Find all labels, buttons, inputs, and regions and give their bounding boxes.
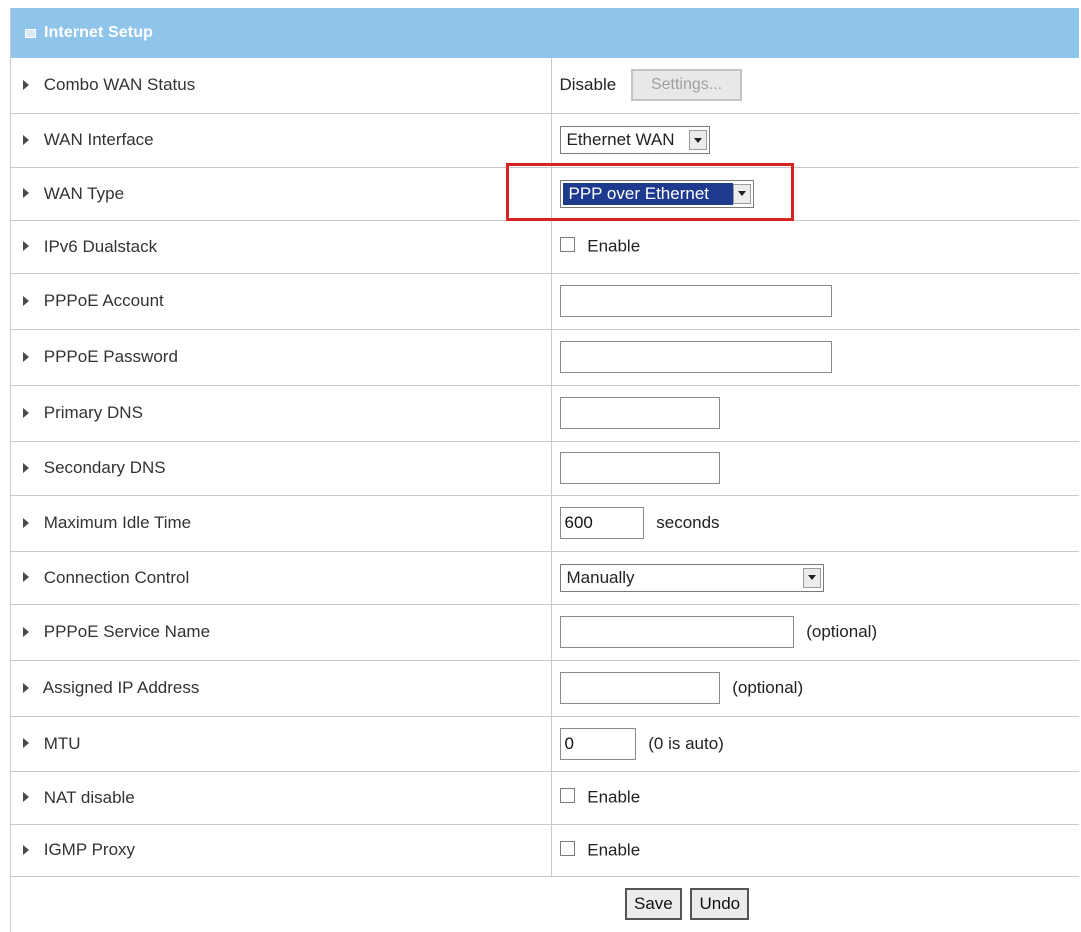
row-assigned-ip-address: Assigned IP Address (optional) bbox=[11, 660, 1079, 717]
row-arrow-icon bbox=[23, 626, 29, 637]
panel-header: Internet Setup bbox=[11, 8, 1079, 58]
row-wan-interface: WAN Interface Ethernet WAN bbox=[11, 113, 1079, 168]
row-connection-control: Connection Control Manually bbox=[11, 551, 1079, 605]
row-mtu: MTU 0 (0 is auto) bbox=[11, 716, 1079, 772]
row-arrow-icon bbox=[23, 79, 29, 90]
row-pppoe-account: PPPoE Account bbox=[11, 273, 1079, 330]
row-pppoe-service-name: PPPoE Service Name (optional) bbox=[11, 604, 1079, 661]
row-arrow-icon bbox=[23, 792, 29, 803]
wan-interface-select[interactable]: Ethernet WAN bbox=[559, 126, 710, 154]
mtu-label: MTU bbox=[43, 733, 81, 753]
header-square-icon bbox=[25, 28, 36, 38]
combo-wan-settings-button[interactable]: Settings... bbox=[630, 69, 743, 102]
combo-wan-status-value: Disable bbox=[559, 75, 617, 95]
nat-disable-checkbox[interactable] bbox=[559, 788, 575, 804]
pppoe-password-input[interactable] bbox=[559, 341, 832, 373]
igmp-proxy-checkbox[interactable] bbox=[559, 840, 575, 856]
igmp-proxy-enable-label: Enable bbox=[587, 840, 641, 860]
row-arrow-icon bbox=[23, 134, 29, 145]
primary-dns-input[interactable] bbox=[559, 397, 720, 429]
row-arrow-icon bbox=[23, 682, 29, 693]
row-actions: Save Undo bbox=[11, 876, 1079, 932]
row-igmp-proxy: IGMP Proxy Enable bbox=[11, 824, 1079, 877]
row-arrow-icon bbox=[23, 188, 29, 199]
secondary-dns-input[interactable] bbox=[559, 452, 720, 484]
row-arrow-icon bbox=[23, 517, 29, 528]
undo-button[interactable]: Undo bbox=[690, 888, 750, 921]
panel-title: Internet Setup bbox=[44, 24, 153, 41]
pppoe-password-label: PPPoE Password bbox=[43, 347, 178, 366]
chevron-down-icon[interactable] bbox=[802, 567, 821, 588]
row-arrow-icon bbox=[23, 241, 29, 252]
row-arrow-icon bbox=[23, 295, 29, 306]
primary-dns-label: Primary DNS bbox=[43, 403, 143, 422]
maximum-idle-time-input[interactable]: 600 bbox=[559, 507, 644, 539]
wan-interface-selected: Ethernet WAN bbox=[566, 130, 675, 149]
connection-control-label: Connection Control bbox=[43, 567, 190, 587]
pppoe-account-label: PPPoE Account bbox=[43, 291, 164, 310]
combo-wan-status-label: Combo WAN Status bbox=[43, 75, 196, 95]
row-primary-dns: Primary DNS bbox=[11, 385, 1079, 442]
save-button[interactable]: Save bbox=[625, 888, 682, 921]
ipv6-dualstack-enable-label: Enable bbox=[587, 236, 641, 256]
nat-disable-enable-label: Enable bbox=[587, 787, 641, 807]
ipv6-dualstack-checkbox[interactable] bbox=[559, 237, 575, 253]
pppoe-service-name-label: PPPoE Service Name bbox=[43, 622, 211, 641]
row-secondary-dns: Secondary DNS bbox=[11, 441, 1079, 496]
mtu-input[interactable]: 0 bbox=[559, 727, 636, 760]
chevron-down-icon[interactable] bbox=[688, 130, 707, 150]
connection-control-selected: Manually bbox=[566, 567, 635, 587]
wan-type-label: WAN Type bbox=[43, 183, 125, 203]
row-arrow-icon bbox=[23, 844, 29, 855]
mtu-hint: (0 is auto) bbox=[648, 733, 724, 753]
assigned-ip-address-input[interactable] bbox=[559, 672, 720, 704]
nat-disable-label: NAT disable bbox=[43, 787, 135, 807]
row-ipv6-dualstack: IPv6 Dualstack Enable bbox=[11, 220, 1079, 274]
pppoe-service-name-input[interactable] bbox=[559, 616, 794, 648]
row-arrow-icon bbox=[23, 572, 29, 583]
igmp-proxy-label: IGMP Proxy bbox=[43, 840, 136, 859]
row-pppoe-password: PPPoE Password bbox=[11, 329, 1079, 386]
row-nat-disable: NAT disable Enable bbox=[11, 771, 1079, 825]
row-arrow-icon bbox=[23, 351, 29, 362]
annotation-highlight-box bbox=[506, 163, 794, 221]
assigned-ip-address-hint: (optional) bbox=[732, 678, 804, 697]
pppoe-service-name-hint: (optional) bbox=[806, 622, 878, 641]
row-arrow-icon bbox=[23, 407, 29, 418]
maximum-idle-time-unit: seconds bbox=[656, 513, 720, 532]
ipv6-dualstack-label: IPv6 Dualstack bbox=[43, 236, 158, 256]
internet-setup-panel: Internet Setup Combo WAN Status Disable … bbox=[10, 8, 1079, 932]
row-combo-wan-status: Combo WAN Status Disable Settings... bbox=[11, 58, 1079, 114]
row-maximum-idle-time: Maximum Idle Time 600 seconds bbox=[11, 495, 1079, 552]
connection-control-select[interactable]: Manually bbox=[559, 563, 824, 592]
pppoe-account-input[interactable] bbox=[559, 285, 832, 317]
wan-interface-label: WAN Interface bbox=[43, 130, 154, 149]
assigned-ip-address-label: Assigned IP Address bbox=[42, 678, 200, 697]
secondary-dns-label: Secondary DNS bbox=[43, 458, 166, 477]
maximum-idle-time-label: Maximum Idle Time bbox=[43, 513, 192, 532]
row-arrow-icon bbox=[23, 738, 29, 749]
row-arrow-icon bbox=[23, 462, 29, 473]
